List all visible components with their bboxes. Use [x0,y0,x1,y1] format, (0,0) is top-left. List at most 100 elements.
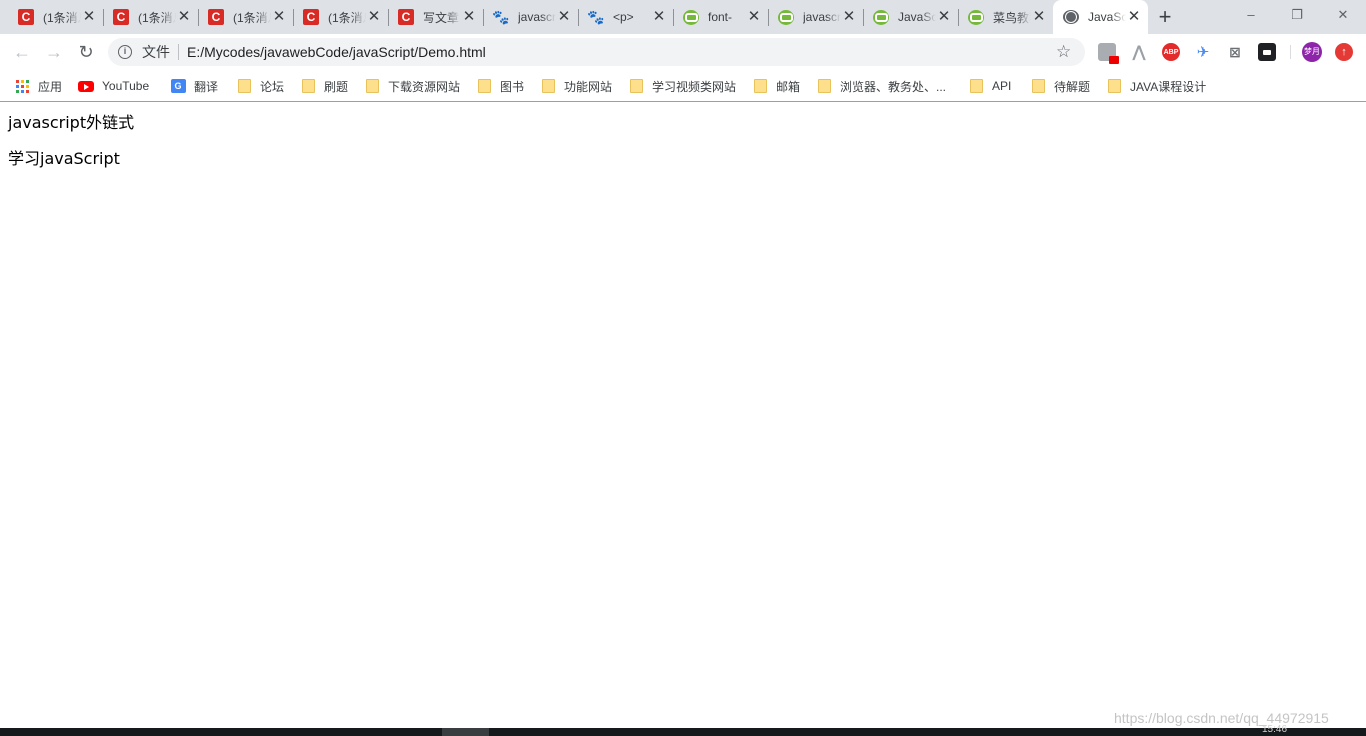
tab-close-icon[interactable]: ✕ [841,9,857,25]
tab-close-icon[interactable]: ✕ [461,9,477,25]
info-icon[interactable]: i [118,45,132,59]
security-chip[interactable]: 文件 [142,43,170,61]
restore-button[interactable]: ❐ [1274,0,1320,32]
update-icon[interactable]: ↑ [1335,43,1353,61]
bookmark-star-icon[interactable]: ☆ [1056,41,1071,63]
taskbar-app-button[interactable] [442,728,489,736]
tab-8[interactable]: javascript✕ [768,0,863,34]
tab-title: font- [708,10,733,24]
tab-close-icon[interactable]: ✕ [746,9,762,25]
tab-1[interactable]: C (1条消息)✕ [103,0,198,34]
apps-grid-icon [14,78,30,94]
runoob-icon [778,9,794,25]
baidu-paw-icon: 🐾 [492,8,510,25]
tab-title: <p> [613,10,634,24]
tab-list: C(1条消息)✕C(1条消息)✕C(1条消息)✕C(1条消息)✕C写文章✕🐾ja… [8,0,1148,34]
address-bar[interactable]: i 文件 E:/Mycodes/javawebCode/javaScript/D… [108,38,1085,66]
folder-icon [968,78,984,94]
toolbar-divider [1290,45,1291,59]
bookmark-label: 浏览器、教务处、... [840,79,947,94]
tab-7[interactable]: font- ✕ [673,0,768,34]
tab-close-icon[interactable]: ✕ [651,9,667,25]
tab-title: (1条消息) [43,10,81,25]
extension-gray-icon[interactable] [1098,43,1119,64]
tab-close-icon[interactable]: ✕ [556,9,572,25]
url-text[interactable]: E:/Mycodes/javawebCode/javaScript/Demo.h… [187,43,486,61]
folder-icon [364,78,380,94]
runoob-icon [968,9,984,25]
extension-bird-icon[interactable]: ✈ [1194,43,1212,61]
minimize-button[interactable]: – [1228,0,1274,32]
paragraph-external-script: javascript外链式 [8,113,135,132]
bookmark-item[interactable]: 论坛 [236,76,284,96]
tab-2[interactable]: C (1条消息)✕ [198,0,293,34]
baidu-paw-icon: 🐾 [587,8,605,25]
csdn-icon: C [113,9,129,25]
tab-9[interactable]: JavaScript✕ [863,0,958,34]
reload-button[interactable]: ↻ [72,38,100,66]
bookmark-item[interactable]: 待解题 [1030,76,1090,96]
folder-icon [300,78,316,94]
tab-title: (1条消息) [328,10,366,25]
adblock-plus-icon[interactable]: ABP [1162,43,1180,61]
tab-title: javascript [518,10,556,24]
bookmark-item[interactable]: 学习视频类网站 [628,76,736,96]
bookmark-item[interactable]: 邮箱 [752,76,800,96]
csdn-icon: C [398,9,414,25]
bookmark-item[interactable]: 浏览器、教务处、... [816,76,946,96]
tab-close-icon[interactable]: ✕ [176,9,192,25]
bookmark-item[interactable]: API [968,76,1011,96]
bookmark-label: 邮箱 [776,79,801,94]
tab-title: 写文章 [423,10,460,25]
profile-avatar[interactable]: 梦月 [1302,42,1322,62]
tab-title: JavaScript [1088,10,1126,24]
tab-close-icon[interactable]: ✕ [1031,9,1047,25]
close-window-button[interactable]: ✕ [1320,0,1366,32]
bookmark-item[interactable]: JAVA课程设计 [1106,76,1206,96]
tab-11[interactable]: JavaScript✕ [1053,0,1148,34]
csdn-icon: C [303,9,319,25]
extension-caret-icon[interactable]: ⋀ [1130,43,1148,61]
extension-doc-icon[interactable]: ⊠ [1226,43,1244,61]
tab-close-icon[interactable]: ✕ [1126,9,1142,25]
taskbar: 15:46 [0,724,1366,736]
tab-3[interactable]: C (1条消息)✕ [293,0,388,34]
new-tab-button[interactable]: + [1154,6,1176,28]
bookmark-item[interactable]: 刷题 [300,76,348,96]
bookmark-item[interactable]: 图书 [476,76,524,96]
tab-4[interactable]: C 写文章 ✕ [388,0,483,34]
bookmark-label: 图书 [500,79,525,94]
tab-5[interactable]: 🐾 javascript✕ [483,0,578,34]
tab-title: javascript [803,10,841,24]
tab-10[interactable]: 菜鸟教程✕ [958,0,1053,34]
bookmark-label: YouTube [102,79,150,93]
tab-close-icon[interactable]: ✕ [81,9,97,25]
bookmark-item[interactable]: YouTube [78,76,149,96]
tab-close-icon[interactable]: ✕ [936,9,952,25]
tab-close-icon[interactable]: ✕ [271,9,287,25]
bookmark-label: 功能网站 [564,79,613,94]
taskbar-clock: 15:46 [1262,724,1288,735]
google-translate-icon: G [170,78,186,94]
page-content: javascript外链式 学习javaScript [0,103,1366,728]
bookmark-label: 刷题 [324,79,349,94]
tab-close-icon[interactable]: ✕ [366,9,382,25]
bookmark-label: 论坛 [260,79,285,94]
tab-title: JavaScript [898,10,936,24]
folder-icon [476,78,492,94]
csdn-icon: C [18,9,34,25]
bookmark-item[interactable]: 应用 [14,76,62,96]
extension-black-icon[interactable] [1258,43,1276,61]
csdn-icon: C [208,9,224,25]
bookmark-label: JAVA课程设计 [1130,79,1207,94]
forward-button[interactable]: → [40,38,68,66]
tab-0[interactable]: C (1条消息)✕ [8,0,103,34]
folder-icon [816,78,832,94]
tab-6[interactable]: 🐾 <p> ✕ [578,0,673,34]
bookmark-item[interactable]: 下载资源网站 [364,76,460,96]
bookmark-item[interactable]: 功能网站 [540,76,612,96]
bookmark-item[interactable]: G 翻译 [170,76,218,96]
folder-icon [628,78,644,94]
paragraph-learn-javascript: 学习javaScript [8,149,120,168]
back-button[interactable]: ← [8,38,36,66]
